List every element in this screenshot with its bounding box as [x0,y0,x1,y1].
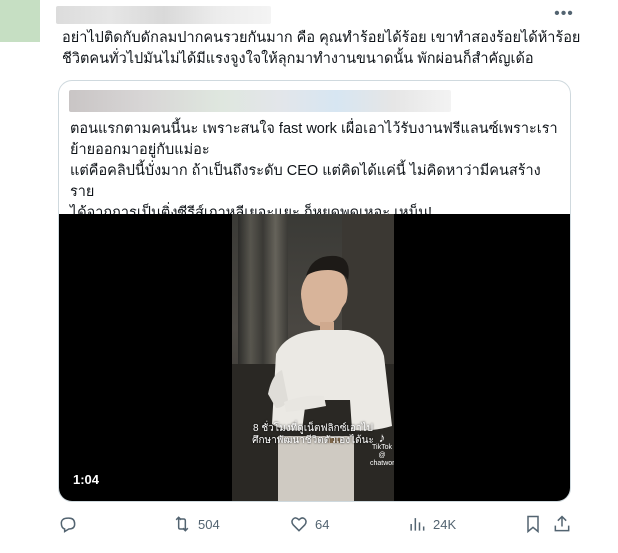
retweet-icon [172,514,192,534]
views-count: 24K [433,516,457,532]
quoted-author-redacted [69,90,451,112]
tweet-text-line: อย่าไปติดกับดักลมปากคนรวยกันมาก คือ คุณท… [62,30,581,46]
heart-icon [289,514,309,534]
tiktok-handle: @ chatwork [370,452,394,467]
share-icon [552,514,572,534]
quote-text-line: แต่คือคลิปนี้บั่งมาก ถ้าเป็นถึงระดับ CEO… [70,163,541,200]
views-icon [407,514,427,534]
quoted-tweet-card[interactable]: ตอนแรกตามคนนี้นะ เพราะสนใจ fast work เผื… [58,80,571,502]
retweet-count: 504 [198,516,220,532]
more-horizontal-icon: ••• [554,5,574,22]
tiktok-logo-icon: ♪ [378,430,386,445]
bookmark-icon [523,514,543,534]
reply-icon [58,514,78,534]
quoted-tweet-text: ตอนแรกตามคนนี้นะ เพราะสนใจ fast work เผื… [70,119,560,224]
video-frame: 8 ชั่วโมงที่ดูเน็ตฟลิกซ์เอาไป ศึกษาพัฒนา… [232,214,394,501]
quote-text-line: ย้ายออกมาอยู่กับแม่อะ [70,142,210,158]
tiktok-watermark: ♪ TikTok @ chatwork [370,431,394,468]
video-duration: 1:04 [73,472,100,487]
like-count: 64 [315,516,330,532]
retweet-button[interactable]: 504 [172,512,220,536]
bookmark-button[interactable] [523,512,549,536]
share-button[interactable] [552,512,578,536]
more-options-button[interactable]: ••• [552,2,576,26]
tweet-actions-bar: 504 64 24K [58,512,578,536]
tweet-text: อย่าไปติดกับดักลมปากคนรวยกันมาก คือ คุณท… [62,28,582,70]
reply-button[interactable] [58,512,84,536]
quote-text-line: ตอนแรกตามคนนี้นะ เพราะสนใจ fast work เผื… [70,121,558,137]
tweet-text-line: ชีวิตคนทั่วไปมันไม่ได้มีแรงจูงใจให้ลุกมา… [62,51,534,67]
author-name-redacted[interactable] [56,6,271,24]
tiktok-label: TikTok [372,444,392,451]
avatar[interactable] [0,0,40,42]
video-player[interactable]: 8 ชั่วโมงที่ดูเน็ตฟลิกซ์เอาไป ศึกษาพัฒนา… [59,214,570,501]
like-button[interactable]: 64 [289,512,329,536]
views-button[interactable]: 24K [407,512,456,536]
